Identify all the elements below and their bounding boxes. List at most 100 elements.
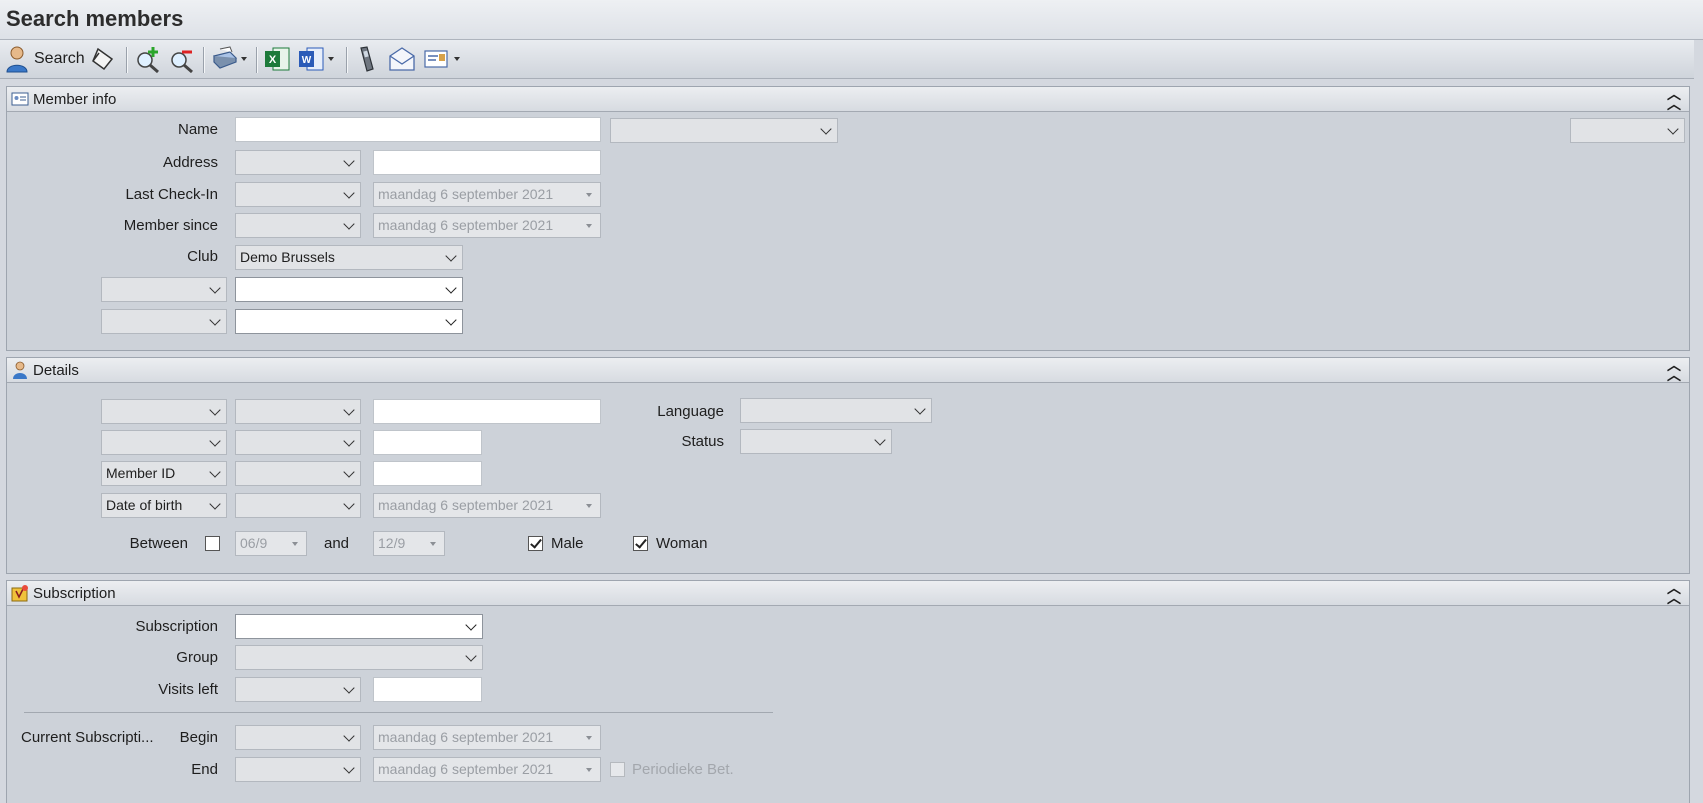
letter-button[interactable] — [423, 43, 460, 75]
member-info-header[interactable]: Member info ︿ ︿ — [7, 87, 1689, 112]
zoom-in-icon — [137, 47, 159, 73]
extra-field-2-type-combo[interactable] — [101, 309, 227, 334]
toolbar: Search X W — [0, 40, 1694, 79]
begin-label: Begin — [179, 729, 218, 746]
status-combo[interactable] — [740, 429, 892, 454]
svg-text:W: W — [302, 55, 312, 66]
zoom-out-button[interactable] — [168, 43, 196, 75]
dob-field-value: Date of birth — [106, 497, 183, 513]
visits-left-label: Visits left — [158, 681, 218, 698]
language-combo[interactable] — [740, 398, 932, 423]
subscription-title: Subscription — [33, 585, 116, 602]
club-combo-value: Demo Brussels — [240, 249, 335, 265]
member-since-date[interactable]: maandag 6 september 2021 — [373, 213, 601, 238]
export-excel-button[interactable]: X — [263, 43, 291, 75]
chevron-down-icon — [454, 57, 460, 61]
print-button[interactable] — [210, 43, 247, 75]
window-titlebar: Search members — [0, 0, 1703, 40]
details-title: Details — [33, 362, 79, 379]
name-type-combo[interactable] — [610, 118, 838, 143]
subscription-icon — [11, 585, 28, 602]
subscription-combo[interactable] — [235, 614, 483, 639]
chevron-down-icon — [328, 57, 334, 61]
search-button-label: Search — [34, 50, 85, 67]
group-label: Group — [176, 649, 218, 666]
collapse-icon[interactable]: ︿ ︿ — [1667, 358, 1681, 382]
section-divider — [24, 712, 773, 713]
address-type-combo[interactable] — [235, 150, 361, 175]
end-operator-combo[interactable] — [235, 757, 361, 782]
extra-field-1-type-combo[interactable] — [101, 277, 227, 302]
member-id-operator-combo[interactable] — [235, 461, 361, 486]
details-field-1-input[interactable] — [373, 399, 601, 424]
member-id-field-combo[interactable]: Member ID — [101, 461, 227, 486]
address-input[interactable] — [373, 150, 601, 175]
dob-operator-combo[interactable] — [235, 493, 361, 518]
last-checkin-label: Last Check-In — [125, 186, 218, 203]
last-checkin-date[interactable]: maandag 6 september 2021 — [373, 182, 601, 207]
visits-left-input[interactable] — [373, 677, 482, 702]
visits-left-operator-combo[interactable] — [235, 677, 361, 702]
between-checkbox[interactable] — [205, 536, 220, 551]
svg-text:X: X — [269, 54, 277, 66]
member-id-input[interactable] — [373, 461, 482, 486]
between-to-value: 12/9 — [378, 535, 406, 551]
between-from-value: 06/9 — [240, 535, 268, 551]
letter-template-icon — [424, 50, 448, 68]
end-date[interactable]: maandag 6 september 2021 — [373, 757, 601, 782]
group-combo[interactable] — [235, 645, 483, 670]
woman-label: Woman — [656, 535, 708, 552]
word-icon: W — [299, 47, 324, 71]
begin-date[interactable]: maandag 6 september 2021 — [373, 725, 601, 750]
member-info-title: Member info — [33, 91, 117, 108]
extra-field-1-value-combo[interactable] — [235, 277, 463, 302]
current-subscription-label: Current Subscripti... — [21, 729, 154, 746]
member-since-operator-combo[interactable] — [235, 213, 361, 238]
subscription-header[interactable]: Subscription ︿ ︿ — [7, 581, 1689, 606]
id-card-icon — [11, 92, 29, 106]
dob-field-combo[interactable]: Date of birth — [101, 493, 227, 518]
collapse-icon[interactable]: ︿ ︿ — [1667, 87, 1681, 111]
search-member-icon — [6, 46, 28, 73]
male-checkbox[interactable] — [528, 536, 543, 551]
details-field-1-type-combo[interactable] — [101, 399, 227, 424]
name-input[interactable] — [235, 117, 601, 142]
and-label: and — [324, 535, 350, 552]
person-icon — [13, 361, 27, 379]
subscription-label: Subscription — [135, 618, 218, 635]
woman-checkbox[interactable] — [633, 536, 648, 551]
club-combo[interactable]: Demo Brussels — [235, 245, 463, 270]
dob-date-value: maandag 6 september 2021 — [378, 497, 554, 513]
filter-combo[interactable] — [1570, 118, 1685, 143]
details-field-1-operator-combo[interactable] — [235, 399, 361, 424]
email-icon — [389, 47, 415, 71]
search-button[interactable]: Search — [4, 43, 85, 75]
status-label: Status — [681, 433, 724, 450]
between-to-date[interactable]: 12/9 — [373, 531, 445, 556]
export-word-button[interactable]: W — [297, 43, 334, 75]
clear-button[interactable] — [90, 43, 116, 75]
between-label: Between — [129, 535, 188, 552]
between-from-date[interactable]: 06/9 — [235, 531, 307, 556]
zoom-in-button[interactable] — [134, 43, 162, 75]
male-label: Male — [551, 535, 584, 552]
collapse-icon[interactable]: ︿ ︿ — [1667, 581, 1681, 605]
periodic-payment-checkbox[interactable] — [610, 762, 625, 777]
email-button[interactable] — [387, 43, 417, 75]
name-label: Name — [177, 121, 218, 138]
details-field-2-input[interactable] — [373, 430, 482, 455]
details-field-2-operator-combo[interactable] — [235, 430, 361, 455]
page-title: Search members — [6, 6, 184, 31]
details-field-2-type-combo[interactable] — [101, 430, 227, 455]
end-label: End — [191, 761, 218, 778]
print-icon — [212, 46, 238, 69]
sms-button[interactable] — [354, 43, 380, 75]
dob-date[interactable]: maandag 6 september 2021 — [373, 493, 601, 518]
member-since-label: Member since — [123, 217, 218, 234]
extra-field-2-value-combo[interactable] — [235, 309, 463, 334]
details-header[interactable]: Details ︿ ︿ — [7, 358, 1689, 383]
chevron-down-icon — [241, 57, 247, 61]
last-checkin-operator-combo[interactable] — [235, 182, 361, 207]
begin-operator-combo[interactable] — [235, 725, 361, 750]
phone-icon — [360, 46, 374, 72]
